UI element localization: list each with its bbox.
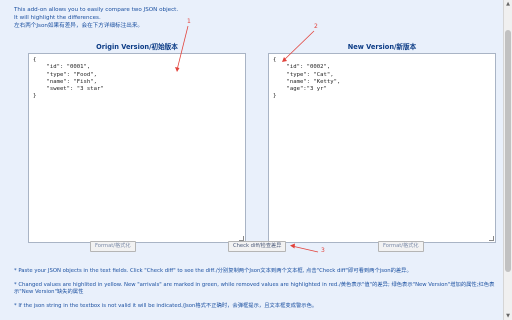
- intro-line-3: 左右两个Json如果有差异，会在下方详细标注出来。: [14, 23, 144, 29]
- origin-json-content: { "id": "0001", "type": "Food", "name": …: [33, 57, 104, 100]
- usage-notes: * Paste your JSON objects in the text fi…: [14, 268, 499, 316]
- vertical-scrollbar[interactable]: ▲ ▼: [503, 0, 512, 320]
- annotation-arrowhead-3: [290, 243, 295, 249]
- intro-line-1: This add-on allows you to easily compare…: [14, 7, 179, 13]
- intro-text: This add-on allows you to easily compare…: [14, 6, 178, 30]
- annotation-arrow-3: [291, 245, 319, 253]
- note-highlight: * Changed values are highlited in yellow…: [14, 281, 495, 296]
- origin-version-title: Origin Version/初始版本: [96, 43, 178, 51]
- new-version-title: New Version/新版本: [347, 43, 417, 51]
- annotation-marker-1: 1: [187, 18, 191, 25]
- new-json-textarea[interactable]: { "id": "0002", "type": "Cat", "name": "…: [268, 53, 496, 243]
- resize-handle-icon[interactable]: [489, 236, 494, 241]
- scroll-thumb[interactable]: [505, 30, 511, 272]
- intro-line-2: It will highlight the differences.: [14, 15, 101, 21]
- scroll-up-icon[interactable]: ▲: [504, 0, 512, 8]
- format-origin-button[interactable]: Format/格式化: [90, 241, 136, 252]
- json-diff-page: This add-on allows you to easily compare…: [0, 0, 503, 320]
- annotation-marker-3: 3: [321, 247, 325, 254]
- format-new-button[interactable]: Format/格式化: [378, 241, 424, 252]
- origin-json-textarea[interactable]: { "id": "0001", "type": "Food", "name": …: [28, 53, 246, 243]
- scroll-down-icon[interactable]: ▼: [504, 312, 512, 320]
- check-diff-button[interactable]: Check diff/检查差异: [228, 241, 287, 252]
- note-invalid: * If the json string in the textbox is n…: [14, 302, 318, 309]
- annotation-marker-2: 2: [314, 23, 318, 30]
- new-json-content: { "id": "0002", "type": "Cat", "name": "…: [273, 57, 341, 100]
- note-paste: * Paste your JSON objects in the text fi…: [14, 268, 412, 274]
